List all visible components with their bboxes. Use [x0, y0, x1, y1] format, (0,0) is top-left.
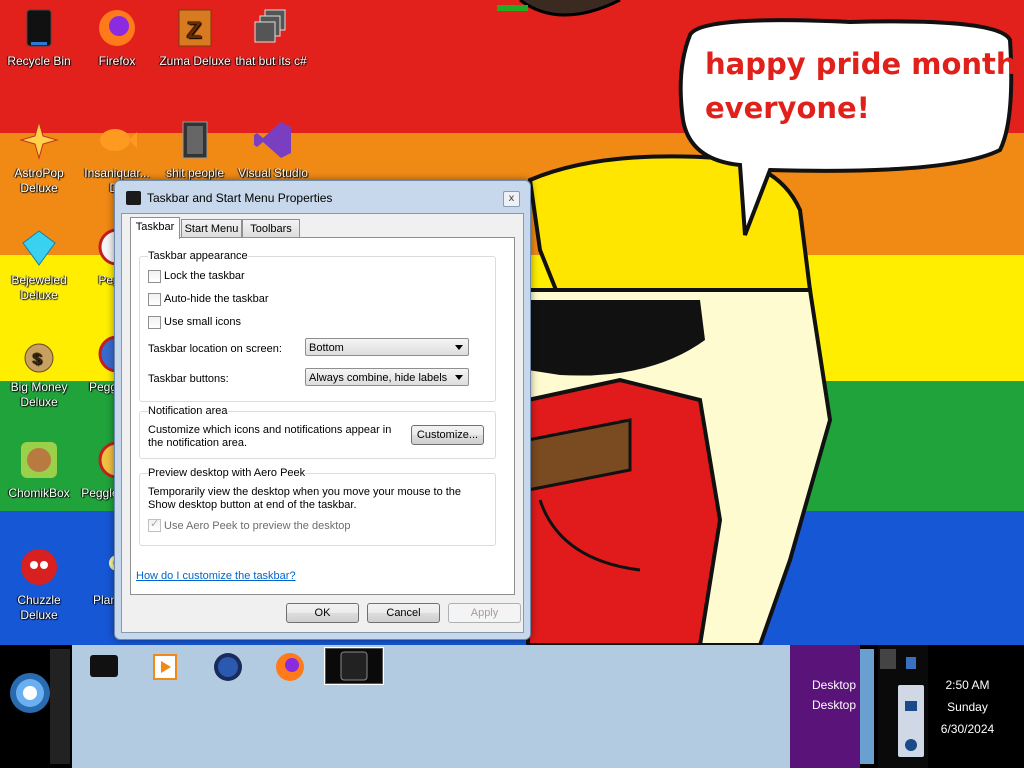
tab-toolbars[interactable]: Toolbars — [242, 219, 300, 238]
small-icons-checkbox[interactable] — [148, 316, 161, 329]
dialog-titlebar[interactable]: Taskbar and Start Menu Properties x — [115, 181, 530, 213]
desktop-icon-label: Chuzzle Deluxe — [17, 593, 61, 622]
small-icons-label: Use small icons — [164, 316, 242, 328]
astropop-icon — [19, 120, 59, 160]
clock-date: 6/30/2024 — [940, 722, 995, 736]
money-bag-icon: $ — [24, 343, 54, 373]
desktop-icon-that-but-its-csharp[interactable]: that but its c# — [232, 6, 310, 69]
desktop-icon-label: ChomikBox — [8, 486, 70, 500]
taskbar-item-globe[interactable] — [204, 649, 252, 685]
group-title: Preview desktop with Aero Peek — [148, 467, 306, 479]
notification-tray[interactable] — [878, 645, 928, 768]
desktop-icon-label: that but its c# — [235, 54, 307, 68]
notification-description: Customize which icons and notifications … — [148, 424, 392, 449]
help-link[interactable]: How do I customize the taskbar? — [136, 570, 296, 582]
taskbar-properties-icon — [126, 191, 141, 205]
desktop-icon-label: Visual Studio — [238, 166, 308, 180]
taskbar-properties-icon — [340, 651, 368, 681]
taskbar-item-media-player[interactable] — [142, 649, 190, 685]
tab-panel-taskbar: Taskbar appearance Lock the taskbar Auto… — [130, 237, 515, 595]
media-player-icon — [153, 654, 177, 680]
desktop-icon-chuzzle[interactable]: Chuzzle Deluxe — [0, 545, 78, 623]
chevron-down-icon — [455, 345, 463, 350]
desktop-icon-visual-studio[interactable]: Visual Studio — [234, 118, 312, 181]
quick-launch-strip — [50, 649, 70, 764]
folder-icon — [182, 121, 208, 159]
desktop-icon-big-money[interactable]: $ Big Money Deluxe — [0, 332, 78, 410]
lock-taskbar-label: Lock the taskbar — [164, 270, 245, 282]
chuzzle-icon — [21, 549, 57, 585]
gem-icon — [22, 230, 56, 266]
taskbar-properties-dialog: Taskbar and Start Menu Properties x Task… — [114, 180, 531, 640]
desktop-icon-label: Bejeweled Deluxe — [11, 273, 67, 302]
taskbar-button-area — [72, 645, 790, 768]
clock-day: Sunday — [947, 700, 988, 714]
tab-start-menu[interactable]: Start Menu — [181, 219, 242, 238]
cancel-button[interactable]: Cancel — [367, 603, 440, 623]
taskbar-buttons-select[interactable]: Always combine, hide labels — [305, 368, 469, 386]
dark-app-icon — [90, 655, 118, 677]
recycle-bin-icon — [26, 9, 52, 47]
group-aero-peek: Preview desktop with Aero Peek Temporari… — [139, 467, 496, 546]
dialog-title: Taskbar and Start Menu Properties — [147, 191, 333, 205]
aero-peek-description: Temporarily view the desktop when you mo… — [148, 486, 462, 511]
taskbar-item-taskbar-properties[interactable] — [324, 647, 384, 685]
desktop-icon-label: shit people — [165, 166, 225, 180]
desktop-icon-label: AstroPop Deluxe — [14, 166, 64, 195]
desktop-icon-recycle-bin[interactable]: Recycle Bin — [0, 6, 78, 69]
desktop-icon-label: Recycle Bin — [7, 54, 71, 68]
svg-text:$: $ — [33, 351, 42, 368]
dialog-client-area: Taskbar Start Menu Toolbars Taskbar appe… — [121, 213, 524, 633]
svg-text:Z: Z — [187, 17, 202, 44]
customize-button[interactable]: Customize... — [411, 425, 484, 445]
location-value: Bottom — [309, 342, 344, 354]
visual-studio-icon — [254, 122, 291, 158]
aero-peek-checkbox[interactable] — [148, 517, 161, 532]
autohide-label: Auto-hide the taskbar — [164, 293, 269, 305]
lock-taskbar-checkbox[interactable] — [148, 270, 161, 283]
taskbar-item-dark-app[interactable] — [80, 649, 128, 685]
speech-line-2: everyone! — [705, 91, 870, 125]
close-button[interactable]: x — [503, 191, 520, 207]
taskbar: Desktop Desktop 2:50 AM Sunday 6/30/2024 — [0, 645, 1024, 768]
speech-bubble-text: happy pride month everyone! — [705, 42, 1017, 130]
group-taskbar-appearance: Taskbar appearance Lock the taskbar Auto… — [139, 250, 496, 402]
tab-taskbar[interactable]: Taskbar — [130, 217, 180, 239]
desktop-toolbar-label-2: Desktop — [812, 698, 857, 712]
clock-time[interactable]: 2:50 AM — [930, 678, 1005, 692]
show-hidden-icons-icon — [880, 649, 924, 757]
firefox-icon — [99, 10, 135, 46]
desktop-icon-bejeweled[interactable]: Bejeweled Deluxe — [0, 225, 78, 303]
location-label: Taskbar location on screen: — [148, 343, 282, 355]
desktop-icon-label: Big Money Deluxe — [10, 380, 68, 409]
fish-icon — [100, 129, 137, 151]
desktop-icon-label: Zuma Deluxe — [159, 54, 231, 68]
ok-button[interactable]: OK — [286, 603, 359, 623]
tray-scrollbar[interactable] — [860, 649, 874, 764]
desktop-icon-astropop[interactable]: AstroPop Deluxe — [0, 118, 78, 196]
desktop-icon-label: Firefox — [98, 54, 136, 68]
group-title: Taskbar appearance — [148, 250, 248, 262]
speech-line-1: happy pride month — [705, 47, 1017, 81]
globe-icon — [214, 653, 242, 681]
firefox-icon — [276, 653, 304, 681]
taskbar-buttons-value: Always combine, hide labels — [309, 372, 448, 384]
group-title: Notification area — [148, 405, 228, 417]
aero-peek-label: Use Aero Peek to preview the desktop — [164, 520, 351, 532]
buttons-label: Taskbar buttons: — [148, 373, 229, 385]
desktop-icon-chomikbox[interactable]: ChomikBox — [0, 438, 78, 501]
location-select[interactable]: Bottom — [305, 338, 469, 356]
copy-icon — [254, 9, 286, 43]
desktop-icon-shit-people[interactable]: shit people — [156, 118, 234, 181]
chevron-down-icon — [455, 375, 463, 380]
autohide-checkbox[interactable] — [148, 293, 161, 306]
taskbar-item-firefox[interactable] — [266, 649, 314, 685]
hamster-icon — [21, 442, 57, 478]
zuma-icon: Z — [178, 9, 212, 47]
desktop-icon-zuma[interactable]: Z Zuma Deluxe — [156, 6, 234, 69]
apply-button[interactable]: Apply — [448, 603, 521, 623]
desktop-toolbar-label-1: Desktop — [812, 678, 857, 692]
group-notification-area: Notification area Customize which icons … — [139, 405, 496, 459]
desktop-icon-firefox[interactable]: Firefox — [78, 6, 156, 69]
